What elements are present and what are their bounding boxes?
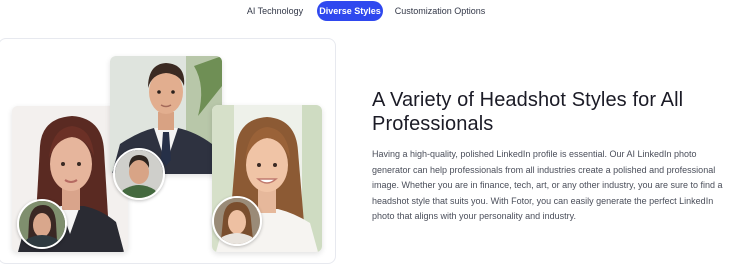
source-selfie-avatar-right xyxy=(212,196,262,246)
styles-text-block: A Variety of Headshot Styles for All Pro… xyxy=(372,88,734,225)
style-tabs: AI Technology Diverse Styles Customizati… xyxy=(0,0,750,28)
tab-ai-technology[interactable]: AI Technology xyxy=(238,1,312,21)
source-selfie-avatar-center xyxy=(113,148,165,200)
section-heading: A Variety of Headshot Styles for All Pro… xyxy=(372,89,684,135)
tab-diverse-styles[interactable]: Diverse Styles xyxy=(317,1,383,21)
source-selfie-avatar-left xyxy=(17,199,67,249)
tab-customization-options[interactable]: Customization Options xyxy=(392,1,488,21)
section-description: Having a high-quality, polished LinkedIn… xyxy=(372,149,723,222)
